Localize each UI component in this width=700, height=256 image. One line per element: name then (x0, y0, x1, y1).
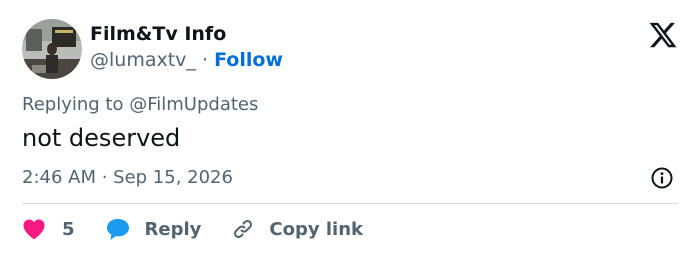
like-count: 5 (62, 218, 75, 240)
author-handle[interactable]: @lumaxtv_ (90, 49, 196, 71)
separator-dot: · (201, 49, 209, 71)
follow-button[interactable]: Follow (214, 49, 283, 71)
tweet-text: not deserved (22, 124, 181, 152)
divider (22, 203, 678, 204)
x-logo-icon[interactable] (648, 20, 678, 50)
replying-to-prefix: Replying to (22, 94, 124, 115)
replying-to-line: Replying to @FilmUpdates (22, 93, 258, 117)
copy-link-button[interactable]: Copy link (231, 217, 363, 241)
info-icon[interactable] (650, 166, 674, 190)
copy-link-label: Copy link (269, 218, 363, 240)
heart-icon (22, 218, 46, 240)
speech-bubble-icon (105, 217, 131, 241)
like-button[interactable]: 5 (22, 218, 105, 240)
tweet-timestamp[interactable]: 2:46 AM · Sep 15, 2026 (22, 166, 233, 190)
action-bar: 5 Reply Copy link (22, 216, 363, 242)
author-name[interactable]: Film&Tv Info (90, 22, 226, 46)
author-handle-row: @lumaxtv_ · Follow (90, 48, 283, 72)
link-icon (231, 217, 255, 241)
avatar[interactable] (22, 19, 82, 79)
reply-button[interactable]: Reply (105, 217, 232, 241)
replying-to-link[interactable]: @FilmUpdates (129, 94, 258, 115)
reply-label: Reply (144, 218, 202, 240)
